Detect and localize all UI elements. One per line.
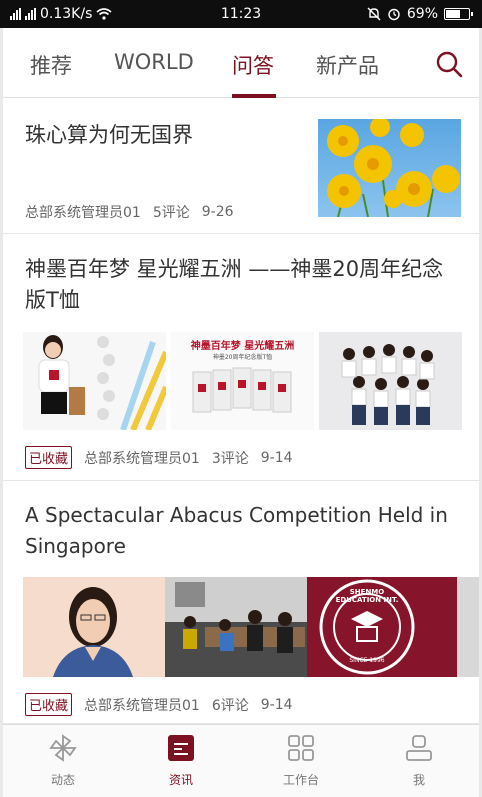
nav-label: 我 bbox=[412, 773, 425, 787]
article-comments: 3评论 bbox=[211, 450, 249, 467]
nav-item-workbench[interactable]: 工作台 bbox=[261, 733, 341, 788]
tab-world[interactable]: WORLD bbox=[114, 50, 194, 74]
group-photo-image bbox=[319, 332, 462, 430]
yellow-flowers-image bbox=[318, 119, 461, 217]
article-title: 神墨百年梦 星光耀五洲 ——神墨20周年纪念版T恤 bbox=[25, 257, 444, 312]
bottom-nav-bar: 动态 资讯 工作台 我 bbox=[3, 724, 479, 797]
status-right: 69% bbox=[367, 6, 473, 22]
seal-since: SINCE 1996 bbox=[349, 657, 385, 664]
article-comments: 5评论 bbox=[152, 205, 190, 221]
pinwheel-icon bbox=[49, 734, 77, 762]
article-author: 总部系统管理员01 bbox=[25, 205, 141, 221]
bookmarked-badge: 已收藏 bbox=[25, 693, 73, 716]
nav-item-me[interactable]: 我 bbox=[379, 733, 459, 788]
article-comments: 6评论 bbox=[211, 697, 249, 714]
user-icon bbox=[406, 735, 432, 761]
nav-item-dynamic[interactable]: 动态 bbox=[23, 733, 103, 788]
bookmarked-badge: 已收藏 bbox=[25, 446, 73, 469]
top-tab-bar: 推荐 WORLD 问答 新产品 bbox=[3, 28, 479, 98]
nav-label: 动态 bbox=[50, 773, 75, 787]
shenmo-seal-image: SHENMO EDUCATION INT. SINCE 1996 bbox=[307, 577, 479, 677]
article-meta: 总部系统管理员01 5评论 9-26 bbox=[25, 202, 234, 222]
nav-label: 资讯 bbox=[168, 773, 193, 787]
seal-text: SHENMO EDUCATION INT. bbox=[335, 588, 399, 604]
article-title: 珠心算为何无国界 bbox=[25, 123, 193, 147]
mute-icon bbox=[367, 7, 381, 21]
article-meta: 已收藏 总部系统管理员01 6评论 9-14 bbox=[25, 693, 293, 716]
news-icon bbox=[168, 735, 194, 761]
article-date: 9-26 bbox=[201, 204, 234, 220]
battery-percent: 69% bbox=[406, 6, 438, 22]
article-title: A Spectacular Abacus Competition Held in… bbox=[25, 503, 448, 558]
nav-label: 工作台 bbox=[282, 773, 319, 787]
tshirt-package-image: 神墨百年梦 星光耀五洲 神墨20周年纪念版T恤 bbox=[171, 332, 314, 430]
tab-new-products[interactable]: 新产品 bbox=[316, 50, 379, 80]
article-item-3[interactable]: A Spectacular Abacus Competition Held in… bbox=[3, 481, 479, 724]
article-item-2[interactable]: 神墨百年梦 星光耀五洲 ——神墨20周年纪念版T恤 神墨百年梦 星光耀五洲 神墨… bbox=[3, 234, 479, 481]
woman-portrait-image bbox=[23, 577, 165, 677]
search-icon[interactable] bbox=[435, 50, 463, 78]
app-screen: 推荐 WORLD 问答 新产品 珠心算为何无国界 总部系统管理员01 5评论 9… bbox=[3, 28, 479, 797]
article-date: 9-14 bbox=[260, 696, 293, 713]
article-author: 总部系统管理员01 bbox=[84, 450, 200, 467]
article-author: 总部系统管理员01 bbox=[84, 697, 200, 714]
grid-icon bbox=[288, 735, 314, 761]
status-bar: 0.13K/s 11:23 69% bbox=[0, 0, 482, 28]
tab-recommend[interactable]: 推荐 bbox=[30, 50, 72, 80]
nav-item-news[interactable]: 资讯 bbox=[141, 733, 221, 788]
alarm-icon bbox=[388, 8, 400, 21]
battery-icon bbox=[444, 8, 473, 20]
tshirt-model-image bbox=[23, 332, 166, 430]
article-item-1[interactable]: 珠心算为何无国界 总部系统管理员01 5评论 9-26 bbox=[3, 98, 479, 234]
article-thumbnail bbox=[318, 119, 461, 217]
competition-room-image bbox=[165, 577, 307, 677]
article-meta: 已收藏 总部系统管理员01 3评论 9-14 bbox=[25, 446, 293, 469]
article-date: 9-14 bbox=[260, 449, 293, 466]
tab-qa[interactable]: 问答 bbox=[232, 50, 274, 80]
